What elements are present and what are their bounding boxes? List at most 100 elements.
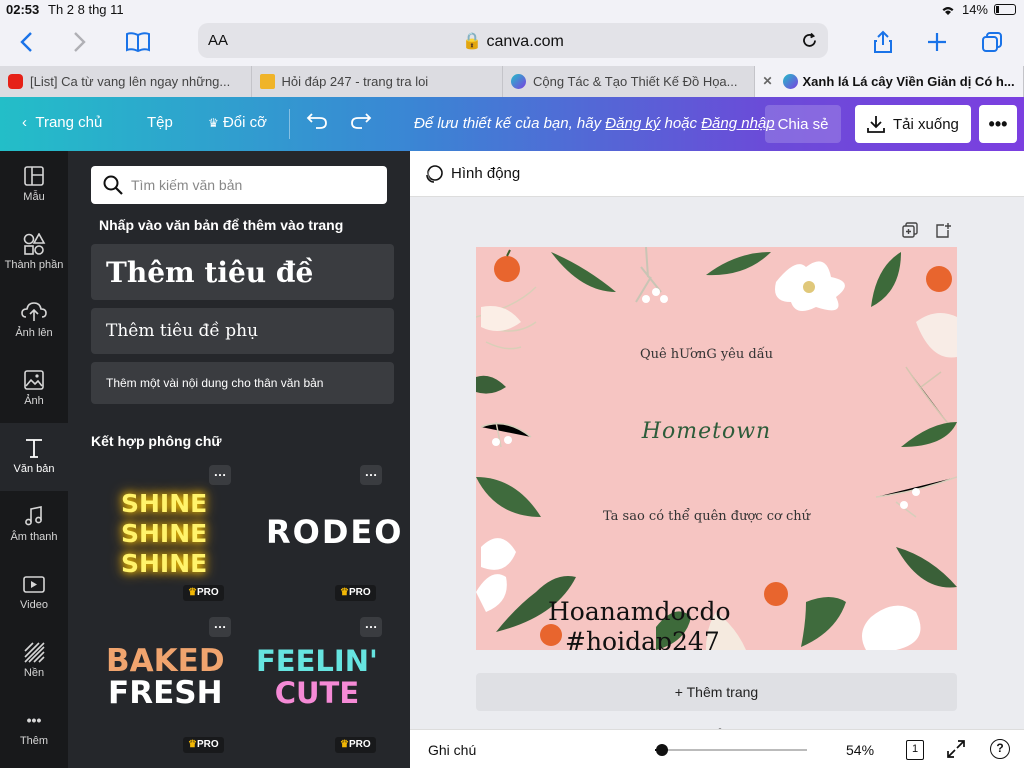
home-link[interactable]: ‹ Trang chủ bbox=[22, 114, 102, 131]
url-display[interactable]: 🔒 canva.com bbox=[198, 31, 828, 51]
browser-tab-active[interactable]: ✕ Xanh lá Lá cây Viền Giản dị Có h... bbox=[754, 66, 1024, 97]
font-combo-shine[interactable]: … SHINE SHINE SHINE ♛PRO bbox=[91, 463, 241, 603]
combo-more-button[interactable]: … bbox=[209, 617, 231, 637]
add-page-icon[interactable] bbox=[935, 222, 951, 238]
back-button[interactable] bbox=[10, 26, 42, 58]
floral-border-illustration bbox=[476, 247, 957, 650]
rail-item-elements[interactable]: Thành phần bbox=[0, 219, 68, 287]
rail-label: Thành phần bbox=[4, 259, 64, 271]
combo-more-button[interactable]: … bbox=[360, 465, 382, 485]
pro-badge: ♛PRO bbox=[335, 585, 376, 601]
video-icon bbox=[23, 576, 45, 593]
design-text-hometown[interactable]: Hometown bbox=[476, 419, 947, 444]
login-link[interactable]: Đăng nhập bbox=[701, 115, 774, 132]
design-text-title[interactable]: Quê hƯơnG yêu dấu bbox=[476, 347, 947, 362]
pro-label: PRO bbox=[196, 587, 219, 598]
browser-toolbar: AA 🔒 canva.com bbox=[0, 20, 1024, 64]
tab-label: Cộng Tác & Tạo Thiết Kế Đồ Họa... bbox=[533, 74, 738, 89]
zoom-slider-knob[interactable] bbox=[656, 744, 668, 756]
rail-label: Nền bbox=[23, 667, 45, 679]
text-icon bbox=[26, 439, 42, 458]
undo-button[interactable] bbox=[306, 110, 328, 134]
rail-label: Âm thanh bbox=[10, 531, 58, 543]
tabs-overview-button[interactable] bbox=[976, 26, 1008, 58]
animate-button[interactable]: Hình động bbox=[451, 165, 520, 182]
battery-icon bbox=[994, 4, 1016, 15]
browser-tab[interactable]: Hỏi đáp 247 - trang tra loi bbox=[252, 66, 503, 97]
status-date: Th 2 8 thg 11 bbox=[48, 2, 124, 17]
font-combo-baked-fresh[interactable]: … BAKED FRESH ♛PRO bbox=[91, 615, 241, 755]
tab-label: [List] Ca từ vang lên ngay những... bbox=[30, 74, 231, 89]
add-page-button[interactable]: + Thêm trang bbox=[476, 673, 957, 711]
search-input[interactable] bbox=[131, 174, 371, 196]
more-dots-icon: ••• bbox=[988, 113, 1008, 134]
rail-item-templates[interactable]: Mẫu bbox=[0, 151, 68, 219]
zoom-level[interactable]: 54% bbox=[846, 742, 874, 758]
add-subheading-button[interactable]: Thêm tiêu đề phụ bbox=[91, 308, 394, 354]
font-combo-rodeo[interactable]: … RODEO ♛PRO bbox=[243, 463, 401, 603]
design-text-quote[interactable]: Ta sao có thể quên được cơ chứ bbox=[476, 509, 947, 524]
more-options-button[interactable]: ••• bbox=[979, 105, 1017, 143]
rail-item-background[interactable]: Nền bbox=[0, 627, 68, 695]
close-tab-icon[interactable]: ✕ bbox=[763, 74, 773, 88]
tab-label: Hỏi đáp 247 - trang tra loi bbox=[281, 74, 429, 89]
fullscreen-icon[interactable] bbox=[946, 739, 966, 759]
undo-icon bbox=[306, 113, 327, 129]
duplicate-page-icon[interactable] bbox=[902, 222, 918, 238]
pro-badge: ♛PRO bbox=[183, 737, 224, 753]
address-bar[interactable]: AA 🔒 canva.com bbox=[198, 23, 828, 58]
design-text-hashtag[interactable]: #hoidap247 bbox=[565, 627, 720, 650]
youtube-icon bbox=[8, 74, 23, 89]
redo-button[interactable] bbox=[350, 110, 372, 134]
combo-more-button[interactable]: … bbox=[360, 617, 382, 637]
rail-label: Văn bản bbox=[13, 463, 55, 475]
forward-button[interactable] bbox=[64, 26, 96, 58]
rail-item-uploads[interactable]: Ảnh lên bbox=[0, 287, 68, 355]
elements-icon bbox=[23, 233, 46, 255]
combo-more-button[interactable]: … bbox=[209, 465, 231, 485]
browser-tabs: [List] Ca từ vang lên ngay những... Hỏi … bbox=[0, 66, 1024, 97]
combo-line: FRESH bbox=[108, 675, 223, 711]
add-body-text-button[interactable]: Thêm một vài nội dung cho thân văn bản bbox=[91, 362, 394, 404]
browser-tab[interactable]: Cộng Tác & Tạo Thiết Kế Đồ Họa... bbox=[503, 66, 755, 97]
pro-label: PRO bbox=[348, 739, 371, 750]
zoom-slider[interactable] bbox=[655, 744, 807, 756]
search-icon bbox=[103, 175, 123, 195]
download-label: Tải xuống bbox=[893, 115, 959, 133]
reload-icon[interactable] bbox=[801, 32, 818, 49]
chevron-up-icon[interactable]: ︿ bbox=[715, 719, 725, 729]
animate-icon[interactable] bbox=[424, 164, 444, 184]
rail-item-more[interactable]: ••• Thêm bbox=[0, 695, 68, 763]
signup-link[interactable]: Đăng ký bbox=[605, 115, 660, 132]
rail-item-photos[interactable]: Ảnh bbox=[0, 355, 68, 423]
notes-button[interactable]: Ghi chú bbox=[428, 742, 476, 758]
resize-button[interactable]: ♛ Đổi cỡ bbox=[208, 114, 267, 131]
battery-percent: 14% bbox=[961, 2, 988, 17]
share-button[interactable]: Chia sẻ bbox=[765, 105, 841, 143]
design-text-author[interactable]: Hoanamdocdo bbox=[548, 597, 731, 626]
add-heading-button[interactable]: Thêm tiêu đề bbox=[91, 244, 394, 300]
file-menu[interactable]: Tệp bbox=[147, 114, 173, 131]
bookmarks-button[interactable] bbox=[122, 26, 154, 58]
rail-item-audio[interactable]: Âm thanh bbox=[0, 491, 68, 559]
font-combo-feelin-cute[interactable]: … FEELIN' CUTE ♛PRO bbox=[243, 615, 393, 755]
design-page[interactable]: Quê hƯơnG yêu dấu Hometown Ta sao có thể… bbox=[476, 247, 957, 650]
browser-tab[interactable]: [List] Ca từ vang lên ngay những... bbox=[0, 66, 252, 97]
home-label: Trang chủ bbox=[35, 114, 103, 131]
crown-icon: ♛ bbox=[208, 116, 219, 130]
save-prompt-or: hoặc bbox=[664, 115, 698, 132]
rail-item-video[interactable]: Video bbox=[0, 559, 68, 627]
text-search[interactable] bbox=[91, 166, 387, 204]
rail-label: Thêm bbox=[19, 735, 49, 747]
help-button[interactable]: ? bbox=[990, 739, 1010, 759]
combo-preview: BAKED FRESH bbox=[106, 645, 225, 709]
new-tab-button[interactable] bbox=[921, 26, 953, 58]
page-count-button[interactable]: 1 bbox=[906, 740, 924, 760]
crown-icon: ♛ bbox=[340, 587, 349, 598]
crown-icon: ♛ bbox=[188, 739, 197, 750]
share-sheet-button[interactable] bbox=[867, 26, 899, 58]
rail-item-text[interactable]: Văn bản bbox=[0, 423, 68, 491]
download-button[interactable]: Tải xuống bbox=[855, 105, 971, 143]
more-icon: ••• bbox=[26, 712, 42, 728]
canva-header: ‹ Trang chủ Tệp ♛ Đổi cỡ Để lưu thiết kế… bbox=[0, 97, 1024, 151]
